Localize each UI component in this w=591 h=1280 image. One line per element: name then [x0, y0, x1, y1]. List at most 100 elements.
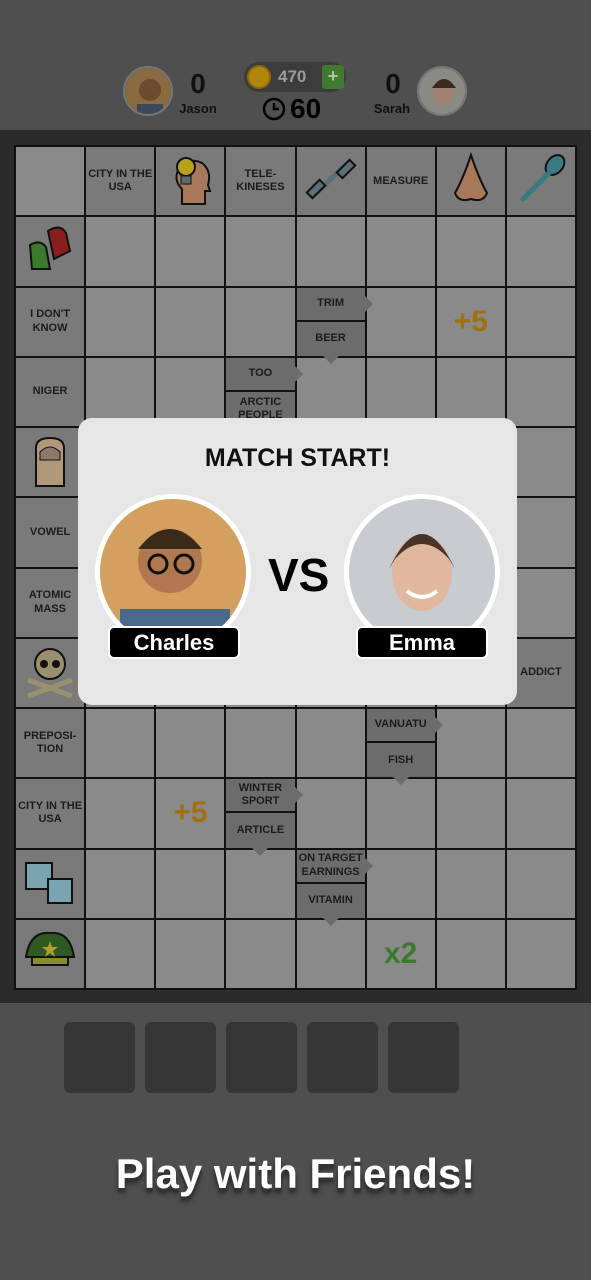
board-cell[interactable]	[506, 287, 575, 356]
clue-cell[interactable]: ADDICT	[506, 638, 575, 707]
lightbulb-head-icon	[160, 149, 220, 214]
left-player-name: Jason	[179, 101, 217, 116]
board-cell[interactable]	[156, 357, 225, 426]
split-clue-cell[interactable]: TOO ARCTIC PEOPLE	[226, 357, 303, 434]
board-cell[interactable]	[16, 147, 85, 216]
board-cell[interactable]	[156, 849, 225, 918]
board-cell[interactable]	[506, 428, 575, 497]
board-cell[interactable]	[506, 849, 575, 918]
board-cell[interactable]	[226, 849, 295, 918]
board-cell[interactable]	[86, 919, 155, 988]
board-cell[interactable]	[86, 217, 155, 286]
board-cell[interactable]	[436, 779, 505, 848]
clue-cell[interactable]: ATOMIC MASS	[16, 568, 85, 637]
board-cell[interactable]	[226, 217, 295, 286]
board-cell[interactable]	[506, 919, 575, 988]
clue-cell[interactable]: VOWEL	[16, 498, 85, 567]
picture-clue-cell[interactable]	[16, 849, 85, 918]
clue-cell[interactable]: PREPOSI-TION	[16, 709, 85, 778]
clue-cell[interactable]: TELE-KINESES	[226, 147, 295, 216]
letter-slot[interactable]	[145, 1022, 216, 1093]
vs-label: VS	[268, 549, 330, 601]
letter-slot[interactable]	[307, 1022, 378, 1093]
board-cell[interactable]	[86, 357, 155, 426]
clue-text: ATOMIC MASS	[28, 589, 72, 615]
clue-text: FISH	[388, 753, 414, 766]
board-cell[interactable]	[86, 849, 155, 918]
board-cell[interactable]	[366, 287, 435, 356]
arrow-right-icon	[364, 295, 373, 312]
right-player-score: 0	[385, 68, 401, 99]
picture-clue-cell[interactable]	[436, 147, 505, 216]
mittens-icon	[20, 219, 80, 284]
clue-text: CITY IN THE USA	[18, 800, 83, 826]
add-coins-button[interactable]: +	[322, 65, 344, 89]
board-cell[interactable]	[506, 568, 575, 637]
board-cell[interactable]	[296, 779, 365, 848]
clue-text: BEER	[315, 332, 346, 345]
board-cell[interactable]	[296, 709, 365, 778]
arrow-right-icon	[294, 787, 303, 804]
bonus-cell[interactable]: x2	[366, 919, 435, 988]
board-cell[interactable]	[506, 357, 575, 426]
board-cell[interactable]	[226, 709, 295, 778]
split-clue-cell[interactable]: WINTER SPORT ARTICLE	[226, 779, 303, 856]
clue-across: VANUATU	[366, 709, 443, 744]
clock-icon	[262, 97, 286, 121]
board-cell[interactable]	[296, 919, 365, 988]
board-cell[interactable]	[86, 287, 155, 356]
board-cell[interactable]	[156, 287, 225, 356]
board-cell[interactable]	[86, 779, 155, 848]
board-cell[interactable]	[506, 498, 575, 567]
arrow-down-icon	[322, 355, 339, 364]
picture-clue-cell[interactable]	[16, 638, 85, 707]
ice-cubes-icon	[20, 851, 80, 916]
split-clue-cell[interactable]: TRIM BEER	[296, 287, 373, 364]
board-cell[interactable]	[156, 709, 225, 778]
nose-icon	[441, 149, 501, 214]
board-cell[interactable]	[156, 919, 225, 988]
picture-clue-cell[interactable]	[16, 217, 85, 286]
board-cell[interactable]	[506, 709, 575, 778]
clue-text: ARTICLE	[236, 823, 285, 836]
clue-cell[interactable]: I DON'T KNOW	[16, 287, 85, 356]
bonus-cell[interactable]: +5	[436, 287, 505, 356]
board-cell[interactable]	[436, 919, 505, 988]
clue-cell[interactable]: CITY IN THE USA	[16, 779, 85, 848]
clue-text: ON TARGET EARNINGS	[298, 852, 363, 878]
letter-slot[interactable]	[64, 1022, 135, 1093]
timer: 60	[262, 93, 321, 124]
letter-slot[interactable]	[226, 1022, 297, 1093]
board-cell[interactable]	[296, 357, 365, 426]
picture-clue-cell[interactable]	[16, 428, 85, 497]
arrow-down-icon	[322, 917, 339, 926]
board-cell[interactable]	[436, 849, 505, 918]
board-cell[interactable]	[366, 779, 435, 848]
board-cell[interactable]	[366, 849, 435, 918]
clue-text: VANUATU	[374, 718, 427, 731]
board-cell[interactable]	[296, 217, 365, 286]
letter-slot[interactable]	[388, 1022, 459, 1093]
board-cell[interactable]	[436, 357, 505, 426]
picture-clue-cell[interactable]	[506, 147, 575, 216]
picture-clue-cell[interactable]	[156, 147, 225, 216]
clue-cell[interactable]: CITY IN THE USA	[86, 147, 155, 216]
board-cell[interactable]	[226, 287, 295, 356]
arrow-right-icon	[294, 365, 303, 382]
clue-cell[interactable]: NIGER	[16, 357, 85, 426]
board-cell[interactable]	[86, 709, 155, 778]
board-cell[interactable]	[436, 217, 505, 286]
split-clue-cell[interactable]: ON TARGET EARNINGS VITAMIN	[296, 849, 373, 926]
board-cell[interactable]	[156, 217, 225, 286]
board-cell[interactable]	[436, 709, 505, 778]
board-cell[interactable]	[226, 919, 295, 988]
board-cell[interactable]	[366, 357, 435, 426]
clue-cell[interactable]: MEASURE	[366, 147, 435, 216]
board-cell[interactable]	[506, 217, 575, 286]
board-cell[interactable]	[366, 217, 435, 286]
bonus-cell[interactable]: +5	[156, 779, 225, 848]
picture-clue-cell[interactable]	[296, 147, 365, 216]
split-clue-cell[interactable]: VANUATU FISH	[366, 709, 443, 786]
board-cell[interactable]	[506, 779, 575, 848]
picture-clue-cell[interactable]	[16, 919, 85, 988]
